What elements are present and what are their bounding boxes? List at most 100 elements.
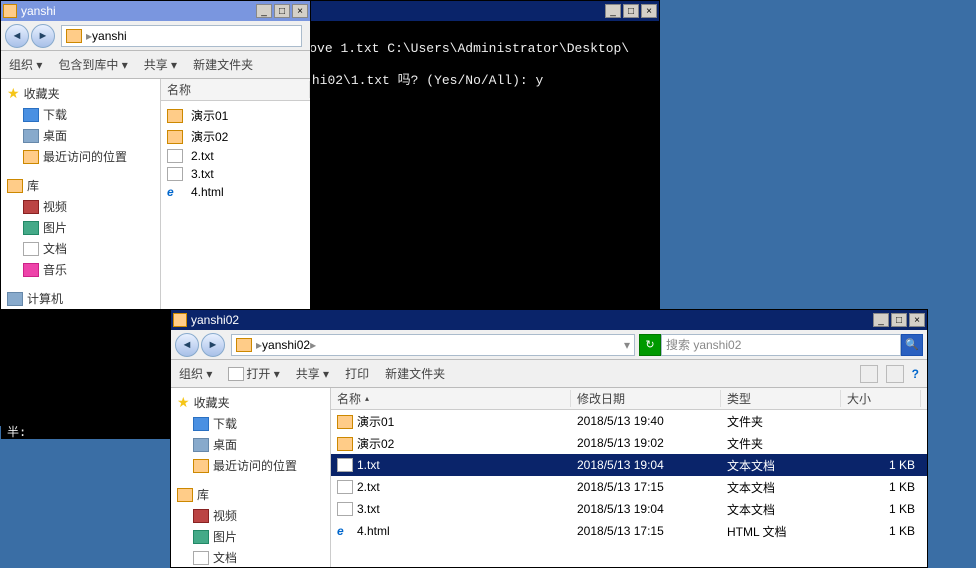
- address-bar[interactable]: ▸ yanshi: [61, 25, 302, 47]
- sidebar-computer[interactable]: 计算机: [1, 288, 160, 309]
- file-item[interactable]: 演示02: [167, 126, 304, 147]
- sidebar-videos[interactable]: 视频: [1, 196, 160, 217]
- sidebar-recent[interactable]: 最近访问的位置: [171, 455, 330, 476]
- organize-button[interactable]: 组织 ▾: [9, 56, 42, 73]
- file-item[interactable]: 4.html: [167, 183, 304, 201]
- file-name: 演示02: [357, 437, 394, 451]
- sidebar-documents[interactable]: 文档: [171, 547, 330, 567]
- html-icon: [337, 524, 353, 538]
- explorer-yanshi-window: yanshi _ □ × ◄ ► ▸ yanshi 组织 ▾ 包含到库中 ▾ 共…: [0, 0, 311, 310]
- forward-button[interactable]: ►: [201, 333, 225, 357]
- back-button[interactable]: ◄: [175, 333, 199, 357]
- desktop-icon: [193, 438, 209, 452]
- txt-icon: [167, 167, 183, 181]
- share-button[interactable]: 共享 ▾: [296, 365, 329, 382]
- file-item[interactable]: 演示01: [167, 105, 304, 126]
- desktop-icon: [23, 129, 39, 143]
- explorer-yanshi-titlebar[interactable]: yanshi _ □ ×: [1, 1, 310, 21]
- file-pane[interactable]: 名称 ▴ 修改日期 类型 大小 演示012018/5/13 19:40文件夹演示…: [331, 388, 927, 567]
- toolbar: 组织 ▾ 打开 ▾ 共享 ▾ 打印 新建文件夹 ?: [171, 360, 927, 388]
- sidebar-downloads[interactable]: 下载: [171, 413, 330, 434]
- maximize-button[interactable]: □: [274, 4, 290, 18]
- sidebar-desktop[interactable]: 桌面: [171, 434, 330, 455]
- sidebar-documents[interactable]: 文档: [1, 238, 160, 259]
- sidebar-favorites[interactable]: ★收藏夹: [171, 392, 330, 413]
- search-box[interactable]: 搜索 yanshi02: [661, 334, 901, 356]
- file-type: 文本文档: [721, 457, 841, 474]
- preview-button[interactable]: [886, 365, 904, 383]
- close-button[interactable]: ×: [641, 4, 657, 18]
- sidebar-music[interactable]: 音乐: [1, 259, 160, 280]
- forward-button[interactable]: ►: [31, 24, 55, 48]
- search-button[interactable]: 🔍: [901, 334, 923, 356]
- sidebar-recent[interactable]: 最近访问的位置: [1, 146, 160, 167]
- sidebar-pictures[interactable]: 图片: [1, 217, 160, 238]
- include-button[interactable]: 包含到库中 ▾: [58, 56, 127, 73]
- new-folder-button[interactable]: 新建文件夹: [193, 56, 253, 73]
- html-icon: [167, 185, 183, 199]
- file-row[interactable]: 3.txt2018/5/13 19:04文本文档1 KB: [331, 498, 927, 520]
- file-item[interactable]: 2.txt: [167, 147, 304, 165]
- file-date: 2018/5/13 19:40: [571, 414, 721, 428]
- breadcrumb[interactable]: yanshi: [92, 29, 127, 43]
- file-name: 4.html: [191, 185, 224, 199]
- address-bar[interactable]: ▸ yanshi02 ▸ ▾: [231, 334, 635, 356]
- minimize-button[interactable]: _: [873, 313, 889, 327]
- sidebar-libraries[interactable]: 库: [1, 175, 160, 196]
- file-row[interactable]: 演示012018/5/13 19:40文件夹: [331, 410, 927, 432]
- column-name[interactable]: 名称: [161, 81, 310, 98]
- open-button[interactable]: 打开 ▾: [228, 365, 279, 382]
- maximize-button[interactable]: □: [891, 313, 907, 327]
- fold-icon: [167, 109, 183, 123]
- file-row[interactable]: 4.html2018/5/13 17:15HTML 文档1 KB: [331, 520, 927, 542]
- explorer-yanshi02-titlebar[interactable]: yanshi02 _ □ ×: [171, 310, 927, 330]
- minimize-button[interactable]: _: [605, 4, 621, 18]
- file-type: 文件夹: [721, 435, 841, 452]
- txt-icon: [337, 480, 353, 494]
- column-name[interactable]: 名称 ▴: [331, 390, 571, 407]
- view-button[interactable]: [860, 365, 878, 383]
- refresh-button[interactable]: ↻: [639, 334, 661, 356]
- sidebar-libraries[interactable]: 库: [171, 484, 330, 505]
- sidebar: ★收藏夹 下载 桌面 最近访问的位置 库 视频 图片 文档 音乐 计算机: [1, 79, 161, 309]
- sidebar-favorites[interactable]: ★收藏夹: [1, 83, 160, 104]
- sidebar-pictures[interactable]: 图片: [171, 526, 330, 547]
- music-icon: [23, 263, 39, 277]
- close-button[interactable]: ×: [909, 313, 925, 327]
- folder-icon: [3, 4, 17, 18]
- sidebar-videos[interactable]: 视频: [171, 505, 330, 526]
- close-button[interactable]: ×: [292, 4, 308, 18]
- toolbar: 组织 ▾ 包含到库中 ▾ 共享 ▾ 新建文件夹: [1, 51, 310, 79]
- column-size[interactable]: 大小: [841, 390, 921, 407]
- folder-icon: [236, 338, 252, 352]
- column-date[interactable]: 修改日期: [571, 390, 721, 407]
- fold-icon: [337, 437, 353, 451]
- breadcrumb[interactable]: yanshi02: [262, 338, 310, 352]
- file-date: 2018/5/13 19:04: [571, 502, 721, 516]
- txt-icon: [337, 458, 353, 472]
- file-pane[interactable]: 名称 演示01演示022.txt3.txt 4.html: [161, 79, 310, 309]
- document-icon: [193, 551, 209, 565]
- back-button[interactable]: ◄: [5, 24, 29, 48]
- download-icon: [193, 417, 209, 431]
- file-row[interactable]: 1.txt2018/5/13 19:04文本文档1 KB: [331, 454, 927, 476]
- file-row[interactable]: 演示022018/5/13 19:02文件夹: [331, 432, 927, 454]
- document-icon: [23, 242, 39, 256]
- new-folder-button[interactable]: 新建文件夹: [385, 365, 445, 382]
- minimize-button[interactable]: _: [256, 4, 272, 18]
- sidebar-desktop[interactable]: 桌面: [1, 125, 160, 146]
- help-button[interactable]: ?: [912, 367, 919, 381]
- txt-icon: [167, 149, 183, 163]
- file-type: 文本文档: [721, 479, 841, 496]
- file-row[interactable]: 2.txt2018/5/13 17:15文本文档1 KB: [331, 476, 927, 498]
- print-button[interactable]: 打印: [345, 365, 369, 382]
- file-name: 1.txt: [357, 458, 380, 472]
- organize-button[interactable]: 组织 ▾: [179, 365, 212, 382]
- column-type[interactable]: 类型: [721, 390, 841, 407]
- sidebar-downloads[interactable]: 下载: [1, 104, 160, 125]
- maximize-button[interactable]: □: [623, 4, 639, 18]
- explorer-yanshi02-window: yanshi02 _ □ × ◄ ► ▸ yanshi02 ▸ ▾ ↻ 搜索 y…: [170, 309, 928, 568]
- share-button[interactable]: 共享 ▾: [144, 56, 177, 73]
- file-item[interactable]: 3.txt: [167, 165, 304, 183]
- fold-icon: [167, 130, 183, 144]
